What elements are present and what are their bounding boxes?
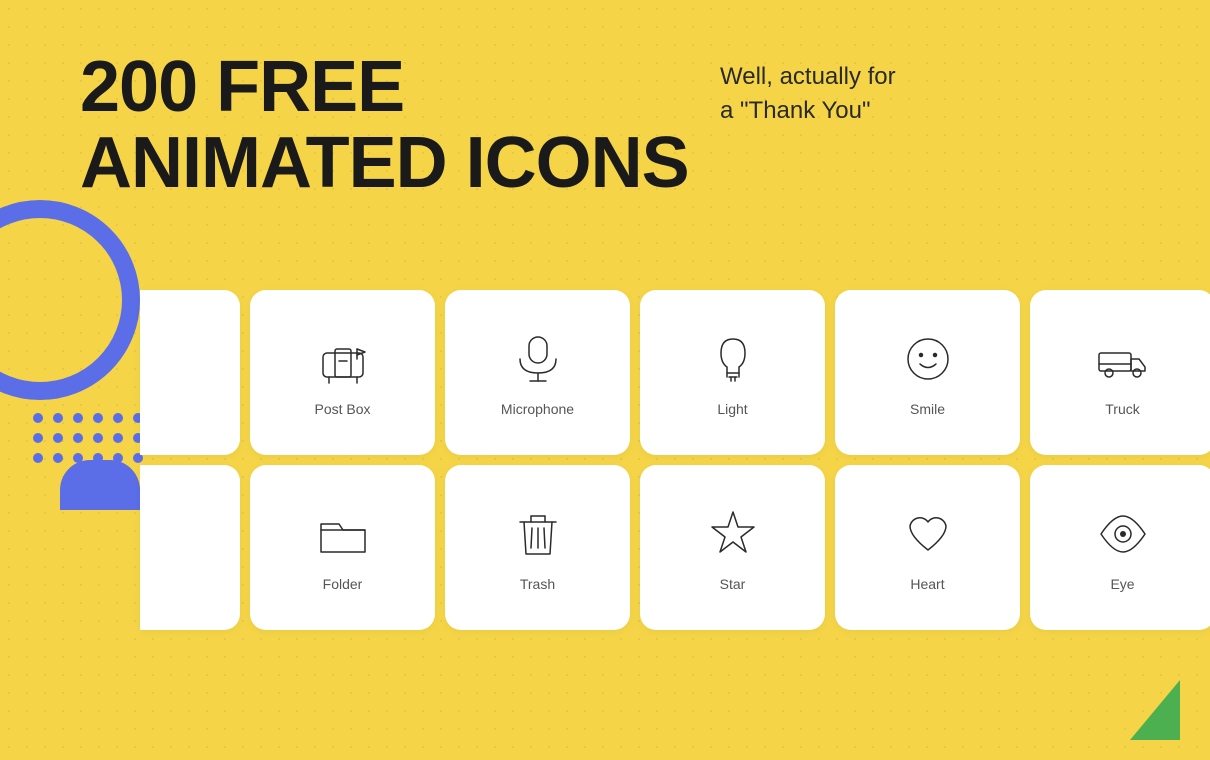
star-label: Star	[720, 576, 746, 592]
heart-icon	[898, 504, 958, 564]
folder-label: Folder	[323, 576, 363, 592]
decorative-triangle	[1130, 680, 1180, 740]
trash-icon	[508, 504, 568, 564]
icon-card-folder[interactable]: Folder	[250, 465, 435, 630]
folder-icon	[313, 504, 373, 564]
icon-card-light[interactable]: Light	[640, 290, 825, 455]
truck-label: Truck	[1105, 401, 1139, 417]
icons-row-1: Post Box Microphone	[10, 290, 1200, 455]
icon-card-post-box[interactable]: Post Box	[250, 290, 435, 455]
eye-icon	[1093, 504, 1153, 564]
eye-label: Eye	[1110, 576, 1134, 592]
icon-card-heart[interactable]: Heart	[835, 465, 1020, 630]
icon-card-eye[interactable]: Eye	[1030, 465, 1210, 630]
light-label: Light	[717, 401, 747, 417]
microphone-icon	[508, 329, 568, 389]
partial-card-left-2	[140, 465, 240, 630]
icon-card-smile[interactable]: Smile	[835, 290, 1020, 455]
main-title: 200 FREE ANIMATED ICONS	[80, 50, 689, 201]
icons-row-2: Folder Trash	[10, 465, 1200, 630]
post-box-label: Post Box	[314, 401, 370, 417]
star-icon	[703, 504, 763, 564]
icons-section: Post Box Microphone	[0, 290, 1210, 630]
light-icon	[703, 329, 763, 389]
icon-card-star[interactable]: Star	[640, 465, 825, 630]
header: 200 FREE ANIMATED ICONS	[80, 50, 689, 201]
trash-label: Trash	[520, 576, 555, 592]
icon-card-truck[interactable]: Truck	[1030, 290, 1210, 455]
heart-label: Heart	[910, 576, 944, 592]
post-box-icon	[313, 329, 373, 389]
truck-icon	[1093, 329, 1153, 389]
partial-card-left-1	[140, 290, 240, 455]
icon-card-microphone[interactable]: Microphone	[445, 290, 630, 455]
subtitle: Well, actually for a "Thank You"	[720, 60, 896, 127]
smile-label: Smile	[910, 401, 945, 417]
microphone-label: Microphone	[501, 401, 574, 417]
icon-card-trash[interactable]: Trash	[445, 465, 630, 630]
smile-icon	[898, 329, 958, 389]
